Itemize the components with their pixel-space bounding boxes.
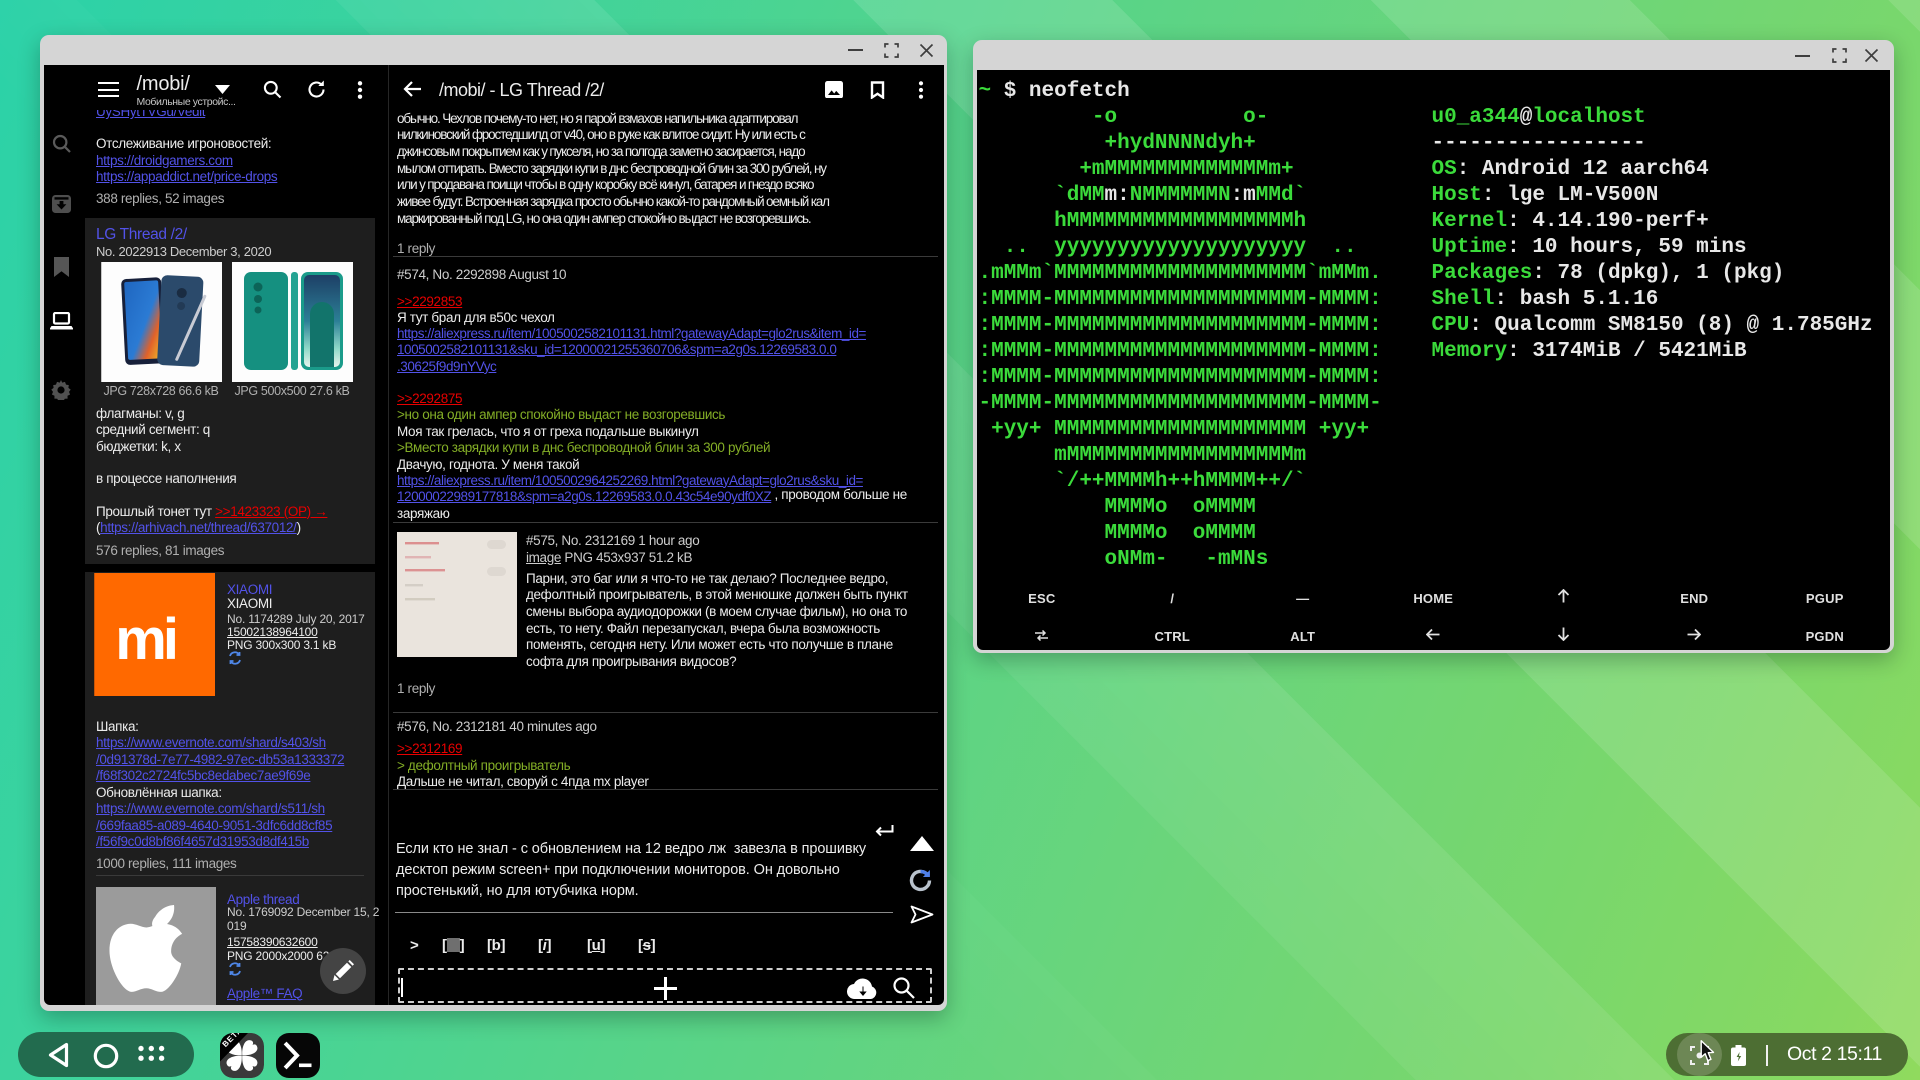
svg-text:mi: mi	[115, 607, 176, 672]
